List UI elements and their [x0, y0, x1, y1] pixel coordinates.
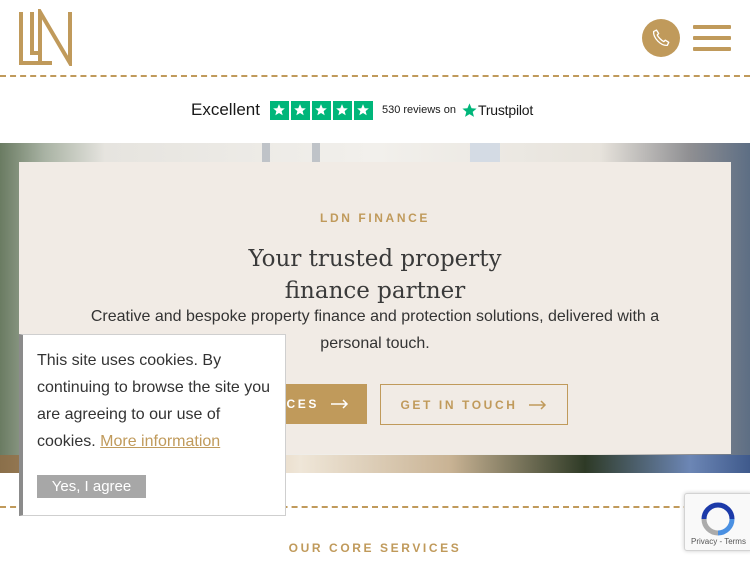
get-in-touch-label: GET IN TOUCH	[400, 397, 518, 412]
hero-eyebrow: LDN FINANCE	[320, 211, 430, 225]
trustpilot-widget[interactable]: Excellent 530 reviews on Trustpilot	[191, 98, 533, 122]
cookie-message: This site uses cookies. By continuing to…	[37, 347, 277, 455]
trustpilot-star-icon	[462, 102, 477, 117]
recaptcha-badge[interactable]: Privacy - Terms	[684, 493, 750, 551]
arrow-right-icon	[331, 399, 349, 409]
trustpilot-rating-label: Excellent	[191, 100, 260, 119]
background-detail	[262, 143, 270, 163]
recaptcha-links[interactable]: Privacy - Terms	[691, 537, 746, 546]
star-icon	[311, 100, 331, 120]
hero-title: Your trusted property finance partner	[19, 243, 731, 307]
hamburger-menu-button[interactable]	[693, 25, 731, 51]
cookie-banner: This site uses cookies. By continuing to…	[19, 334, 286, 516]
header-divider	[0, 75, 750, 77]
trustpilot-review-count: 530 reviews on	[381, 104, 456, 116]
background-detail	[312, 143, 320, 163]
site-header	[0, 0, 750, 76]
core-services-heading: OUR CORE SERVICES	[288, 541, 462, 555]
trustpilot-stars	[269, 100, 373, 120]
trustpilot-logo: Trustpilot	[461, 102, 533, 119]
menu-bar	[693, 47, 731, 51]
star-icon	[332, 100, 352, 120]
ldn-logo[interactable]	[18, 4, 76, 71]
cookie-agree-button[interactable]: Yes, I agree	[37, 475, 146, 498]
star-icon	[353, 100, 373, 120]
cookie-more-info-link[interactable]: More information	[100, 433, 220, 450]
menu-bar	[693, 25, 731, 29]
arrow-right-icon	[529, 399, 547, 410]
get-in-touch-button[interactable]: GET IN TOUCH	[380, 384, 568, 425]
star-icon	[290, 100, 310, 120]
background-detail	[470, 143, 500, 163]
recaptcha-icon	[701, 502, 735, 536]
phone-icon	[652, 29, 670, 47]
trustpilot-brand: Trustpilot	[477, 102, 534, 118]
menu-bar	[693, 36, 731, 40]
hero-title-line: Your trusted property	[248, 246, 502, 272]
phone-button[interactable]	[642, 19, 680, 57]
star-icon	[269, 100, 289, 120]
services-button-label: ICES	[280, 397, 319, 411]
